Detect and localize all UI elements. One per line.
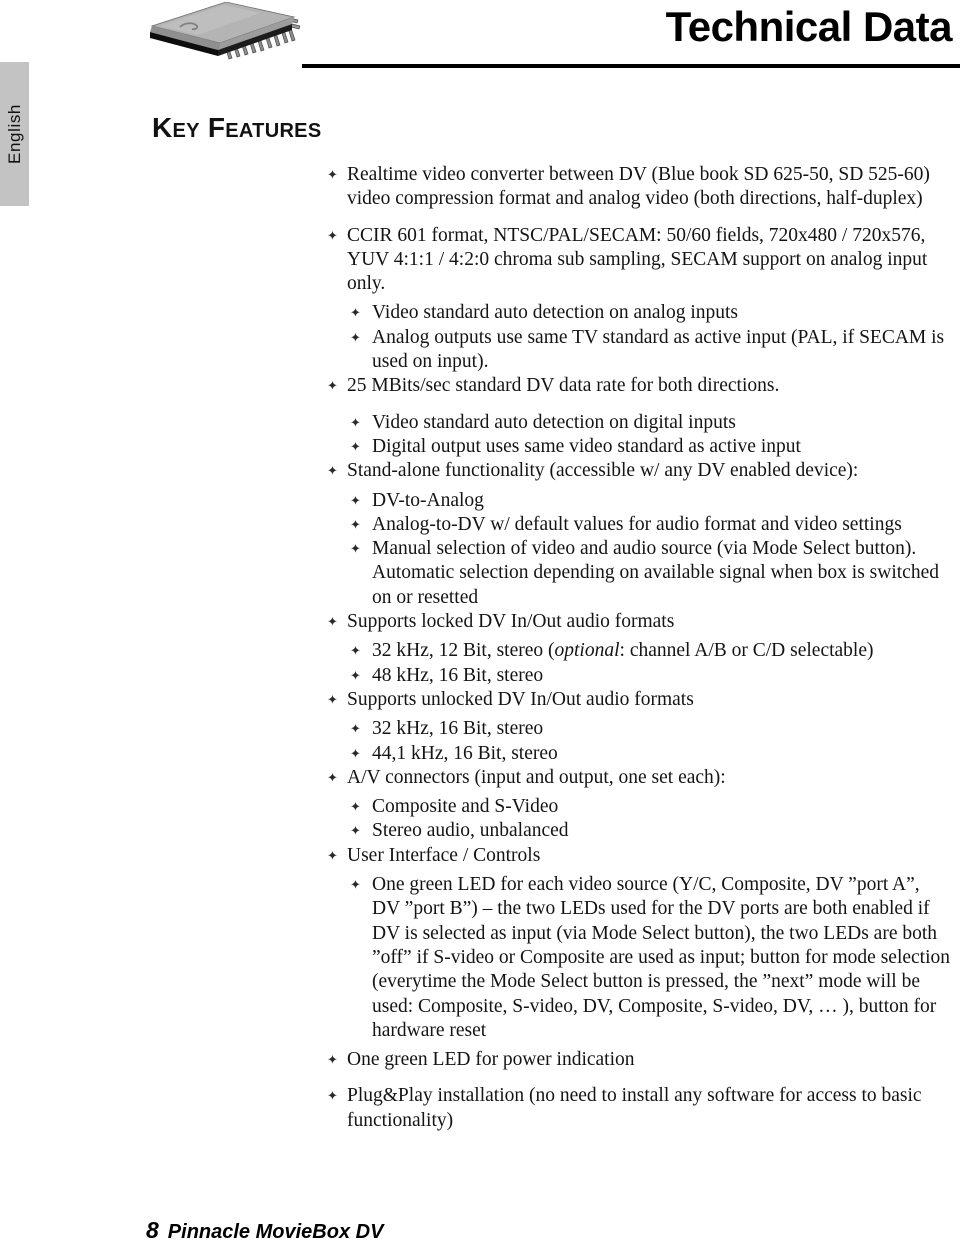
section-heading: Key Features — [152, 112, 322, 143]
document-page: English Technical Data Key Features ✦ Re… — [0, 0, 960, 1252]
feature-item: ✦ Analog outputs use same TV standard as … — [350, 326, 960, 375]
feature-item: ✦ DV-to-Analog — [350, 489, 960, 513]
feature-text: Stereo audio, unbalanced — [372, 820, 569, 842]
feature-text: Plug&Play installation (no need to insta… — [347, 1085, 922, 1131]
bullet-icon: ✦ — [350, 799, 361, 815]
bullet-icon: ✦ — [327, 1088, 338, 1104]
feature-text: Video standard auto detection on digital… — [372, 411, 736, 433]
feature-item: ✦ 48 kHz, 16 Bit, stereo — [350, 664, 960, 688]
page-header: Technical Data — [0, 0, 960, 92]
feature-text: Composite and S-Video — [372, 796, 559, 818]
microchip-icon — [140, 1, 301, 64]
bullet-icon: ✦ — [350, 305, 361, 321]
bullet-icon: ✦ — [327, 614, 338, 630]
language-tab-label: English — [4, 104, 24, 164]
bullet-icon: ✦ — [327, 691, 338, 707]
bullet-icon: ✦ — [327, 769, 338, 785]
bullet-icon: ✦ — [350, 721, 361, 737]
feature-text: Manual selection of video and audio sour… — [372, 538, 939, 608]
feature-text: Analog-to-DV w/ default values for audio… — [372, 513, 902, 535]
feature-text: One green LED for power indication — [347, 1049, 635, 1071]
bullet-icon: ✦ — [350, 643, 361, 659]
bullet-icon: ✦ — [327, 227, 338, 243]
feature-text: One green LED for each video source (Y/C… — [372, 874, 951, 1041]
bullet-icon: ✦ — [350, 745, 361, 761]
page-title: Technical Data — [665, 3, 953, 50]
bullet-icon: ✦ — [350, 329, 361, 345]
feature-item: ✦ Composite and S-Video — [350, 795, 960, 819]
feature-text: 32 kHz, 12 Bit, stereo (optional: channe… — [372, 640, 874, 662]
bullet-icon: ✦ — [327, 1052, 338, 1068]
feature-text: Supports locked DV In/Out audio formats — [347, 611, 675, 633]
feature-item: ✦ Stand-alone functionality (accessible w… — [327, 459, 960, 483]
feature-item: ✦ 25 MBits/sec standard DV data rate for … — [327, 374, 960, 398]
bullet-icon: ✦ — [350, 541, 361, 557]
feature-text: DV-to-Analog — [372, 489, 484, 511]
page-footer: 8 Pinnacle MovieBox DV — [146, 1217, 383, 1244]
bullet-icon: ✦ — [350, 877, 361, 893]
bullet-icon: ✦ — [350, 438, 361, 454]
feature-item: ✦ 32 kHz, 12 Bit, stereo (optional: chann… — [350, 639, 960, 663]
bullet-icon: ✦ — [327, 167, 338, 182]
feature-item: ✦ 32 kHz, 16 Bit, stereo — [350, 717, 960, 741]
feature-text: Analog outputs use same TV standard as a… — [372, 326, 945, 373]
feature-item: ✦ User Interface / Controls — [327, 844, 960, 868]
feature-text: Digital output uses same video standard … — [372, 435, 801, 457]
feature-item: ✦ Manual selection of video and audio sou… — [350, 537, 960, 610]
feature-text: 44,1 kHz, 16 Bit, stereo — [372, 742, 558, 764]
feature-item: ✦ Realtime video converter between DV (Bl… — [327, 163, 960, 212]
feature-item: ✦ 44,1 kHz, 16 Bit, stereo — [350, 742, 960, 766]
feature-item: ✦ A/V connectors (input and output, one s… — [327, 766, 960, 790]
bullet-icon: ✦ — [350, 823, 361, 839]
bullet-icon: ✦ — [350, 667, 361, 683]
feature-text: 32 kHz, 16 Bit, stereo — [372, 718, 544, 740]
feature-item: ✦ Video standard auto detection on digita… — [350, 411, 960, 435]
bullet-icon: ✦ — [350, 414, 361, 430]
feature-item: ✦ CCIR 601 format, NTSC/PAL/SECAM: 50/60 … — [327, 224, 960, 297]
feature-item: ✦ One green LED for power indication — [327, 1048, 960, 1072]
header-divider — [302, 64, 960, 68]
feature-item: ✦ Supports locked DV In/Out audio formats — [327, 610, 960, 634]
key-features-content: ✦ Realtime video converter between DV (Bl… — [0, 163, 960, 1133]
feature-text: 48 kHz, 16 Bit, stereo — [372, 664, 544, 686]
footer-page-number: 8 — [146, 1217, 159, 1243]
feature-text: Stand-alone functionality (accessible w/… — [347, 460, 859, 482]
feature-item: ✦ Video standard auto detection on analog… — [350, 301, 960, 325]
feature-text: Supports unlocked DV In/Out audio format… — [347, 688, 694, 710]
feature-text: 25 MBits/sec standard DV data rate for b… — [347, 375, 780, 397]
feature-item: ✦ One green LED for each video source (Y/… — [350, 873, 960, 1043]
bullet-icon: ✦ — [350, 492, 361, 508]
feature-text: Realtime video converter between DV (Blu… — [347, 164, 930, 210]
feature-item: ✦ Analog-to-DV w/ default values for audi… — [350, 513, 960, 537]
footer-document-name: Pinnacle MovieBox DV — [167, 1221, 384, 1243]
bullet-icon: ✦ — [327, 378, 338, 394]
feature-item: ✦ Digital output uses same video standard… — [350, 435, 960, 459]
feature-text: A/V connectors (input and output, one se… — [347, 766, 726, 788]
feature-text: User Interface / Controls — [347, 844, 541, 866]
feature-text: Video standard auto detection on analog … — [372, 302, 738, 324]
feature-item: ✦ Plug&Play installation (no need to inst… — [327, 1084, 960, 1133]
bullet-icon: ✦ — [327, 847, 338, 863]
bullet-icon: ✦ — [327, 463, 338, 479]
bullet-icon: ✦ — [350, 516, 361, 532]
feature-item: ✦ Supports unlocked DV In/Out audio forma… — [327, 688, 960, 712]
feature-text: CCIR 601 format, NTSC/PAL/SECAM: 50/60 f… — [347, 224, 928, 295]
key-features-list: ✦ Realtime video converter between DV (Bl… — [0, 163, 960, 1133]
feature-item: ✦ Stereo audio, unbalanced — [350, 819, 960, 843]
